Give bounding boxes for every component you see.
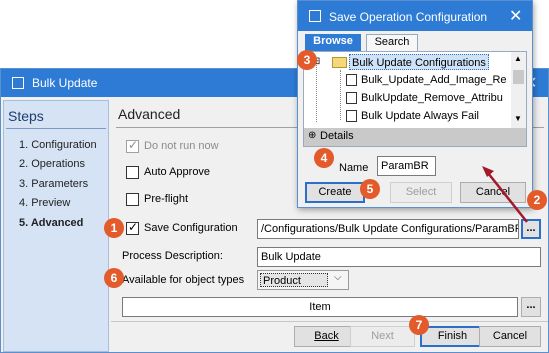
close-icon[interactable]: ✕	[509, 6, 522, 26]
tab-search[interactable]: Search	[366, 34, 418, 51]
steps-panel: Steps 1. Configuration 2. Operations 3. …	[3, 100, 109, 352]
marker-1: 1	[104, 218, 124, 238]
expand-details-icon: ⊕	[308, 130, 317, 141]
auto-approve-label: Auto Approve	[144, 166, 211, 178]
item-browse-button[interactable]: ...	[521, 297, 541, 317]
marker-3: 3	[297, 50, 317, 70]
steps-title: Steps	[8, 108, 44, 124]
file-icon	[346, 92, 357, 104]
name-field[interactable]: ParamBR	[377, 156, 436, 176]
tree-item-label: Bulk_Update_Add_Image_Re	[361, 74, 507, 86]
back-button-label: Back	[314, 330, 339, 342]
process-description-label: Process Description:	[122, 250, 223, 262]
object-type-selected: Product	[260, 273, 328, 287]
marker-5: 5	[360, 179, 380, 199]
details-bar[interactable]: ⊕ Details	[304, 128, 526, 146]
cancel-button[interactable]: Cancel	[479, 326, 541, 347]
file-icon	[346, 74, 357, 86]
do-not-run-now-label: Do not run now	[144, 140, 219, 152]
auto-approve-checkbox[interactable]	[126, 166, 139, 179]
marker-2: 2	[527, 190, 547, 210]
steps-divider	[6, 128, 106, 129]
tree-folder-label: Bulk Update Configurations	[349, 54, 489, 70]
pre-flight-label: Pre-flight	[144, 193, 189, 205]
file-icon	[346, 110, 357, 122]
scroll-thumb[interactable]	[513, 70, 524, 84]
scroll-down-icon[interactable]: ▼	[514, 114, 522, 123]
name-label: Name	[339, 162, 369, 174]
tree-scrollbar[interactable]: ▲ ▼	[511, 52, 526, 128]
step-preview[interactable]: 4. Preview	[19, 197, 70, 209]
available-for-label: Available for object types	[122, 274, 245, 286]
process-description-field[interactable]: Bulk Update	[257, 247, 541, 267]
check-icon: ✓	[128, 138, 139, 152]
save-configuration-checkbox[interactable]: ✓	[126, 220, 139, 235]
dialog-titlebar[interactable]: Save Operation Configuration ✕	[298, 1, 532, 31]
check-icon: ✓	[128, 220, 139, 234]
details-label: Details	[320, 130, 354, 142]
dialog-cancel-button[interactable]: Cancel	[460, 182, 526, 203]
finish-button-label: Finish	[437, 330, 468, 342]
config-browse-button[interactable]: ...	[521, 219, 541, 239]
folder-icon	[332, 57, 347, 68]
section-title: Advanced	[118, 106, 181, 122]
main-window-title: Bulk Update	[32, 76, 98, 90]
step-parameters[interactable]: 3. Parameters	[19, 178, 88, 190]
do-not-run-now-checkbox[interactable]: ✓	[126, 138, 139, 153]
chevron-down-icon: ⌵	[334, 272, 342, 283]
marker-4: 4	[314, 148, 334, 168]
create-button[interactable]: Create	[305, 182, 365, 203]
window-icon	[12, 77, 24, 89]
config-path-field[interactable]: /Configurations/Bulk Update Configuratio…	[257, 219, 519, 239]
object-type-dropdown[interactable]: Product ⌵	[257, 270, 349, 290]
finish-button[interactable]: Finish	[420, 326, 485, 347]
save-configuration-label: Save Configuration	[144, 222, 238, 234]
footer-divider	[111, 321, 548, 322]
step-operations[interactable]: 2. Operations	[19, 158, 85, 170]
marker-7: 7	[409, 315, 429, 335]
step-advanced[interactable]: 5. Advanced	[19, 217, 83, 229]
tab-browse[interactable]: Browse	[305, 34, 361, 51]
save-configuration-dialog: Save Operation Configuration ✕ Browse Se…	[297, 0, 533, 208]
next-button[interactable]: Next	[350, 326, 415, 347]
pre-flight-checkbox[interactable]	[126, 193, 139, 206]
window-icon	[309, 10, 321, 22]
tree-line	[340, 70, 341, 120]
tree-item-label: Bulk Update Always Fail	[361, 110, 479, 122]
item-field[interactable]: Item	[122, 297, 518, 317]
next-button-label: Next	[371, 330, 394, 342]
marker-6: 6	[104, 268, 124, 288]
configuration-tree[interactable]: ⊟ Bulk Update Configurations Bulk_Update…	[303, 51, 527, 147]
select-button[interactable]: Select	[390, 182, 452, 203]
tree-item-label: BulkUpdate_Remove_Attribu	[361, 92, 503, 104]
dialog-title: Save Operation Configuration	[329, 10, 488, 24]
scroll-up-icon[interactable]: ▲	[514, 54, 522, 63]
tree-line	[316, 62, 317, 122]
step-configuration[interactable]: 1. Configuration	[19, 139, 97, 151]
